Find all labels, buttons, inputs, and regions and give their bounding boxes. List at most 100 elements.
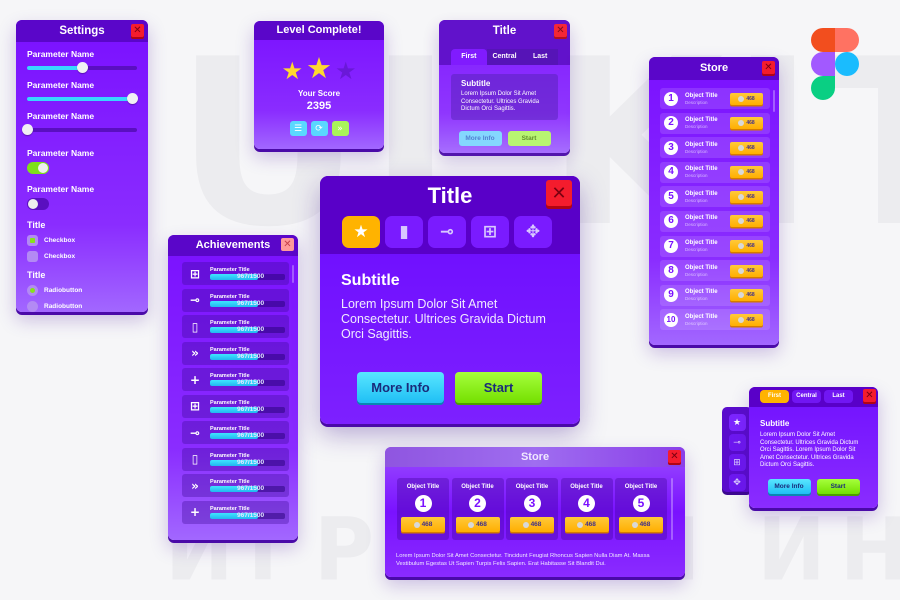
tab-gamepad[interactable]: ✥ [514, 216, 552, 248]
checkbox-row[interactable]: Checkbox [27, 235, 137, 246]
tab-robot[interactable]: ⊞ [471, 216, 509, 248]
store-title: Store [520, 451, 550, 463]
more-info-button[interactable]: More Info [767, 478, 811, 494]
tab-last[interactable]: Last [824, 390, 853, 403]
close-button[interactable]: ✕ [554, 24, 567, 37]
more-info-button[interactable]: More Info [357, 372, 444, 403]
buy-button[interactable]: 468 [730, 141, 763, 154]
price-value: 468 [746, 267, 755, 274]
coin-icon [468, 521, 475, 528]
coin-icon [738, 120, 745, 127]
item-title: Object Title [685, 313, 718, 320]
item-number: 3 [664, 140, 678, 155]
next-icon: » [337, 123, 343, 134]
refresh-button[interactable]: ⟳ [310, 121, 328, 136]
progress-bar: 967/1500 [210, 326, 285, 333]
radio[interactable] [27, 285, 38, 296]
slider[interactable] [22, 124, 137, 136]
tab-last[interactable]: Last [522, 49, 559, 65]
radio-row[interactable]: Radiobutton [27, 301, 137, 312]
close-button[interactable]: ✕ [762, 61, 775, 74]
price-value: 468 [476, 521, 487, 528]
tab-central[interactable]: Central [792, 390, 821, 403]
checkbox-row[interactable]: Checkbox [27, 251, 137, 262]
toggle-switch[interactable] [27, 198, 49, 210]
radio-label: Radiobutton [44, 287, 83, 294]
tab-first[interactable]: First [760, 390, 789, 403]
item-number: 7 [664, 239, 678, 254]
more-info-button[interactable]: More Info [458, 131, 502, 146]
scrollbar[interactable] [292, 265, 294, 283]
scrollbar[interactable] [671, 478, 673, 540]
side-tab-star[interactable]: ★ [728, 414, 746, 431]
item-description: Description [685, 320, 708, 326]
close-button[interactable]: ✕ [131, 24, 144, 37]
buy-button[interactable]: 468 [730, 240, 763, 253]
radio-row[interactable]: Radiobutton [27, 285, 137, 296]
buy-button[interactable]: 468 [619, 517, 663, 532]
start-button[interactable]: Start [455, 372, 542, 403]
close-button[interactable]: ✕ [281, 238, 294, 251]
slider-label: Parameter Name [27, 111, 95, 121]
checkbox[interactable] [27, 235, 38, 246]
close-button[interactable]: ✕ [546, 180, 572, 206]
side-tab-key[interactable]: ⊸ [728, 434, 746, 451]
tab-key[interactable]: ⊸ [428, 216, 466, 248]
item-title: Object Title [624, 484, 658, 490]
start-button[interactable]: Start [816, 478, 860, 494]
toggle-switch[interactable] [27, 162, 49, 174]
tab-star[interactable]: ★ [342, 216, 380, 248]
tabbed-body: Subtitle Lorem Ipsum Dolor Sit Amet Cons… [749, 407, 878, 494]
item-description: Description [685, 271, 708, 277]
close-button[interactable]: ✕ [863, 389, 876, 402]
list-button[interactable]: ☰ [289, 121, 307, 136]
robot-icon: ⊞ [733, 457, 741, 468]
coin-icon [738, 218, 745, 225]
coin-icon [738, 243, 745, 250]
buy-button[interactable]: 468 [730, 166, 763, 179]
subtitle: Subtitle [341, 272, 400, 289]
tab-map[interactable]: ▮ [385, 216, 423, 248]
tab-first[interactable]: First [451, 49, 487, 65]
tab-bar: First Central Last [451, 49, 559, 65]
price-value: 468 [639, 521, 651, 528]
buy-button[interactable]: 468 [730, 92, 763, 105]
star-icon: ★ [353, 222, 369, 242]
price-value: 468 [746, 169, 755, 176]
buy-button[interactable]: 468 [730, 117, 763, 130]
item-text: Object Title Description [685, 142, 730, 154]
slider-handle[interactable] [126, 93, 138, 104]
coin-icon [413, 521, 420, 528]
settings-panel: Settings ✕ Parameter Name Parameter Name P… [16, 20, 148, 312]
side-tab-robot[interactable]: ⊞ [728, 454, 746, 471]
side-tab-gamepad[interactable]: ✥ [728, 474, 746, 491]
slider[interactable] [27, 93, 138, 105]
plus-icon: + [189, 505, 201, 519]
buy-button[interactable]: 468 [730, 190, 763, 203]
buy-button[interactable]: 468 [401, 517, 445, 532]
radio[interactable] [27, 301, 38, 312]
store-item: 5 Object Title Description 468 [660, 186, 770, 208]
buy-button[interactable]: 468 [730, 264, 763, 277]
next-button[interactable]: » [331, 121, 349, 136]
plus-icon: + [189, 372, 201, 387]
chevrons-icon: » [191, 346, 199, 360]
scrollbar[interactable] [773, 90, 775, 112]
progress-bar: 967/1500 [210, 273, 285, 280]
buy-button[interactable]: 468 [730, 215, 763, 228]
buy-button[interactable]: 468 [730, 289, 763, 302]
buy-button[interactable]: 468 [564, 517, 609, 532]
start-button[interactable]: Start [507, 131, 551, 146]
buy-button[interactable]: 468 [510, 517, 554, 532]
slider[interactable] [27, 62, 137, 74]
slider-handle[interactable] [77, 62, 88, 73]
checkbox[interactable] [27, 251, 38, 262]
toggle-knob [38, 163, 48, 173]
slider-handle[interactable] [22, 124, 33, 135]
buy-button[interactable]: 468 [455, 517, 500, 532]
tab-central[interactable]: Central [486, 49, 523, 65]
item-title: Object Title [685, 166, 718, 173]
close-button[interactable]: ✕ [668, 450, 681, 463]
list-icon: ☰ [293, 123, 303, 134]
buy-button[interactable]: 468 [730, 313, 763, 326]
